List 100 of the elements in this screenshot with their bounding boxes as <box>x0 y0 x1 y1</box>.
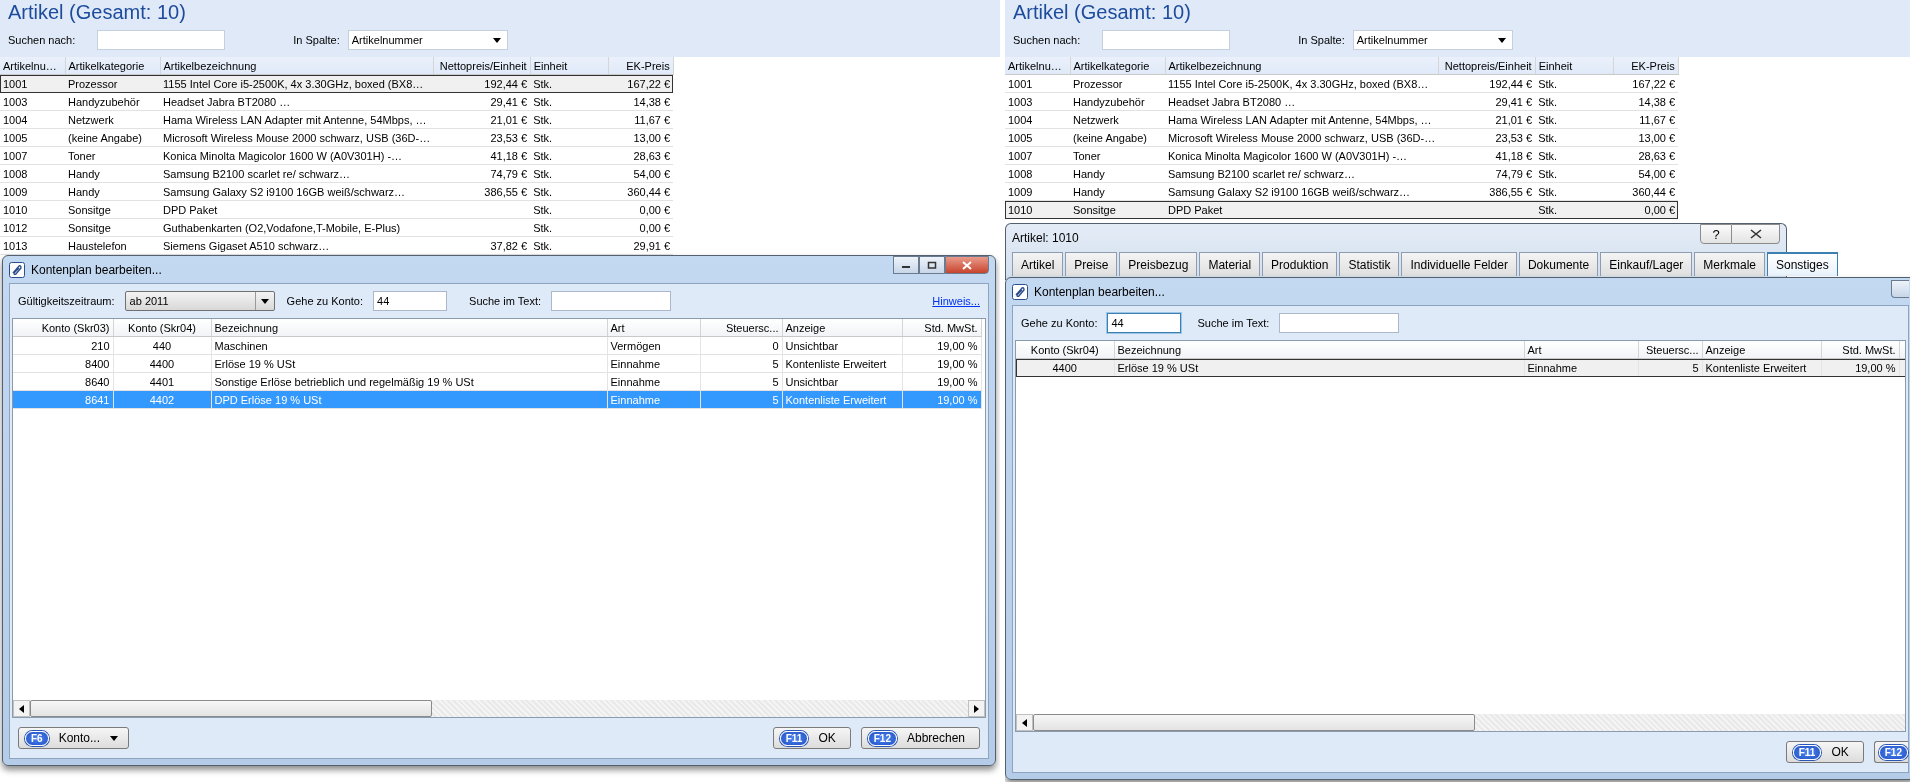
scroll-left-button[interactable] <box>13 700 30 717</box>
table-cell: 4400 <box>113 354 211 373</box>
table-cell: 74,79 € <box>433 164 531 183</box>
tab[interactable]: Individuelle Felder <box>1401 252 1517 276</box>
column-header[interactable]: Artikelnu… <box>1005 57 1070 75</box>
table-cell: 386,55 € <box>433 182 531 201</box>
table-row[interactable]: 1007 Toner Konica Minolta Magicolor 1600 W (A0V301H) -… 41,18 € Stk. 28,63 € <box>1005 146 1679 165</box>
table-row[interactable]: 1012 Sonsitge Guthabenkarten (O2,Vodafone,T-Mobile, E-Plus) Stk. 0,00 € <box>0 218 674 237</box>
column-header[interactable]: Bezeichnung <box>1114 341 1524 359</box>
table-row[interactable]: 1003 Handyzubehör Headset Jabra BT2080 … 29,41 € Stk. 14,38 € <box>1005 92 1679 111</box>
account-field[interactable]: 44 <box>373 291 448 311</box>
column-header[interactable]: Art <box>607 319 700 337</box>
column-header[interactable]: Artikelnu… <box>0 57 65 75</box>
close-button[interactable] <box>945 256 989 274</box>
table-row[interactable]: 1005 (keine Angabe) Microsoft Wireless Mouse 2000 schwarz, USB (36D-… 23,53 € Stk. 13,00 € <box>0 128 674 147</box>
table-row[interactable]: 1007 Toner Konica Minolta Magicolor 1600 W (A0V301H) -… 41,18 € Stk. 28,63 € <box>0 146 674 165</box>
table-row[interactable]: 1001 Prozessor 1155 Intel Core i5-2500K, 4x 3.30GHz, boxed (BX8… 192,44 € Stk. 167,22 € <box>1005 74 1679 93</box>
period-dropdown[interactable]: ab 2011 <box>124 291 275 311</box>
window-button[interactable] <box>1891 280 1909 298</box>
column-header[interactable]: Steuersc... <box>1638 341 1702 359</box>
table-cell: Kontenliste Erweitert <box>782 354 902 373</box>
table-row[interactable]: 1004 Netzwerk Hama Wireless LAN Adapter mit Antenne, 54Mbps, … 21,01 € Stk. 11,67 € <box>1005 110 1679 129</box>
ok-button[interactable]: F11 OK <box>1785 741 1864 763</box>
search-field[interactable] <box>1102 30 1231 50</box>
table-cell: 192,44 € <box>433 74 531 93</box>
scroll-right-button[interactable] <box>968 700 985 717</box>
close-icon <box>1749 229 1762 239</box>
table-row[interactable]: 1010 Sonsitge DPD Paket Stk. 0,00 € <box>0 200 674 219</box>
column-header[interactable]: Konto (Skr04) <box>113 319 211 337</box>
table-row[interactable]: 1005 (keine Angabe) Microsoft Wireless Mouse 2000 schwarz, USB (36D-… 23,53 € Stk. 13,00 € <box>1005 128 1679 147</box>
table-cell: Konica Minolta Magicolor 1600 W (A0V301H) -… <box>160 146 434 165</box>
column-header[interactable]: Artikelkategorie <box>65 57 160 75</box>
column-dropdown[interactable]: Artikelnummer <box>1352 30 1513 50</box>
column-header[interactable]: Einheit <box>1535 57 1614 75</box>
column-dropdown[interactable]: Artikelnummer <box>347 30 508 50</box>
table-cell: 28,63 € <box>1613 146 1679 165</box>
column-header[interactable]: Einheit <box>530 57 609 75</box>
tab[interactable]: Statistik <box>1339 252 1400 276</box>
text-search-field[interactable] <box>1279 313 1400 333</box>
close-button[interactable] <box>1732 224 1780 244</box>
column-header[interactable]: EK-Preis <box>1613 57 1679 75</box>
column-header[interactable]: EK-Preis <box>608 57 674 75</box>
tab[interactable]: Artikel <box>1012 252 1064 276</box>
column-header[interactable]: Konto (Skr04) <box>1016 341 1114 359</box>
table-cell: 1012 <box>0 218 65 237</box>
column-header[interactable]: Art <box>1524 341 1638 359</box>
table-row[interactable]: 1009 Handy Samsung Galaxy S2 i9100 16GB weiß/schwarz… 386,55 € Stk. 360,44 € <box>1005 182 1679 201</box>
ok-button[interactable]: F11 OK <box>772 727 851 749</box>
column-header[interactable]: Konto (Skr03) <box>13 319 113 337</box>
table-row[interactable]: 8400 4400 Erlöse 19 % USt Einnahme 5 Kontenliste Erweitert 19,00 % <box>13 354 981 373</box>
account-menu-button[interactable]: F6 Konto... <box>18 727 130 749</box>
tab[interactable]: Material <box>1199 252 1261 276</box>
column-header[interactable]: Artikelbezeichnung <box>160 57 434 75</box>
column-header[interactable]: Anzeige <box>782 319 902 337</box>
table-cell: Netzwerk <box>1070 110 1165 129</box>
column-header[interactable]: Steuersc... <box>700 319 782 337</box>
tab[interactable]: Merkmale <box>1694 252 1765 276</box>
table-row[interactable]: 1009 Handy Samsung Galaxy S2 i9100 16GB weiß/schwarz… 386,55 € Stk. 360,44 € <box>0 182 674 201</box>
column-header[interactable]: Nettopreis/Einheit <box>1438 57 1536 75</box>
table-row[interactable]: 1008 Handy Samsung B2100 scarlet re/ schwarz… 74,79 € Stk. 54,00 € <box>0 164 674 183</box>
table-cell: 8640 <box>13 372 113 391</box>
column-header[interactable]: Anzeige <box>1702 341 1821 359</box>
cancel-button[interactable]: F12 Abbrechen <box>860 727 980 749</box>
tab[interactable]: Dokumente <box>1518 252 1599 276</box>
column-header[interactable]: Std. MwSt. <box>902 319 981 337</box>
column-header[interactable]: Artikelbezeichnung <box>1165 57 1439 75</box>
tab[interactable]: Produktion <box>1262 252 1338 276</box>
horizontal-scrollbar[interactable] <box>1016 714 1905 731</box>
tab[interactable]: Preisbezug <box>1119 252 1198 276</box>
minimize-button[interactable] <box>893 256 919 274</box>
search-field[interactable] <box>97 30 226 50</box>
text-search-field[interactable] <box>551 291 671 311</box>
table-row[interactable]: 8640 4401 Sonstige Erlöse betrieblich und regelmäßig 19 % USt Einnahme 5 Unsichtbar 19,00 % <box>13 372 981 391</box>
hint-link[interactable]: Hinweis... <box>932 295 980 307</box>
table-row[interactable]: 210 440 Maschinen Vermögen 0 Unsichtbar 19,00 % <box>13 336 981 355</box>
scrollbar-thumb[interactable] <box>1033 714 1475 731</box>
table-cell: 167,22 € <box>1613 74 1679 93</box>
table-cell: Sonsitge <box>65 218 160 237</box>
tab[interactable]: Sonstiges <box>1767 252 1838 276</box>
scrollbar-thumb[interactable] <box>30 700 432 717</box>
table-row[interactable]: 1013 Haustelefon Siemens Gigaset A510 schwarz… 37,82 € Stk. 29,91 € <box>0 236 674 255</box>
help-button[interactable]: ? <box>1700 224 1732 244</box>
table-row[interactable]: 1008 Handy Samsung B2100 scarlet re/ schwarz… 74,79 € Stk. 54,00 € <box>1005 164 1679 183</box>
tab[interactable]: Einkauf/Lager <box>1600 252 1693 276</box>
column-header[interactable]: Nettopreis/Einheit <box>433 57 531 75</box>
horizontal-scrollbar[interactable] <box>13 700 985 717</box>
table-row[interactable]: 1004 Netzwerk Hama Wireless LAN Adapter mit Antenne, 54Mbps, … 21,01 € Stk. 11,67 € <box>0 110 674 129</box>
caret-icon <box>110 735 119 741</box>
account-field[interactable]: 44 <box>1107 313 1182 333</box>
column-header[interactable]: Artikelkategorie <box>1070 57 1165 75</box>
tab[interactable]: Preise <box>1065 252 1118 276</box>
column-header[interactable]: Bezeichnung <box>211 319 607 337</box>
table-cell: 5 <box>700 354 782 373</box>
column-header[interactable]: Std. MwSt. <box>1821 341 1899 359</box>
cancel-button[interactable]: F12 <box>1873 741 1908 763</box>
table-cell: 1003 <box>0 92 65 111</box>
table-row[interactable]: 1003 Handyzubehör Headset Jabra BT2080 … 29,41 € Stk. 14,38 € <box>0 92 674 111</box>
maximize-button[interactable] <box>919 256 945 274</box>
scroll-left-button[interactable] <box>1016 714 1033 731</box>
table-cell: 167,22 € <box>608 74 674 93</box>
